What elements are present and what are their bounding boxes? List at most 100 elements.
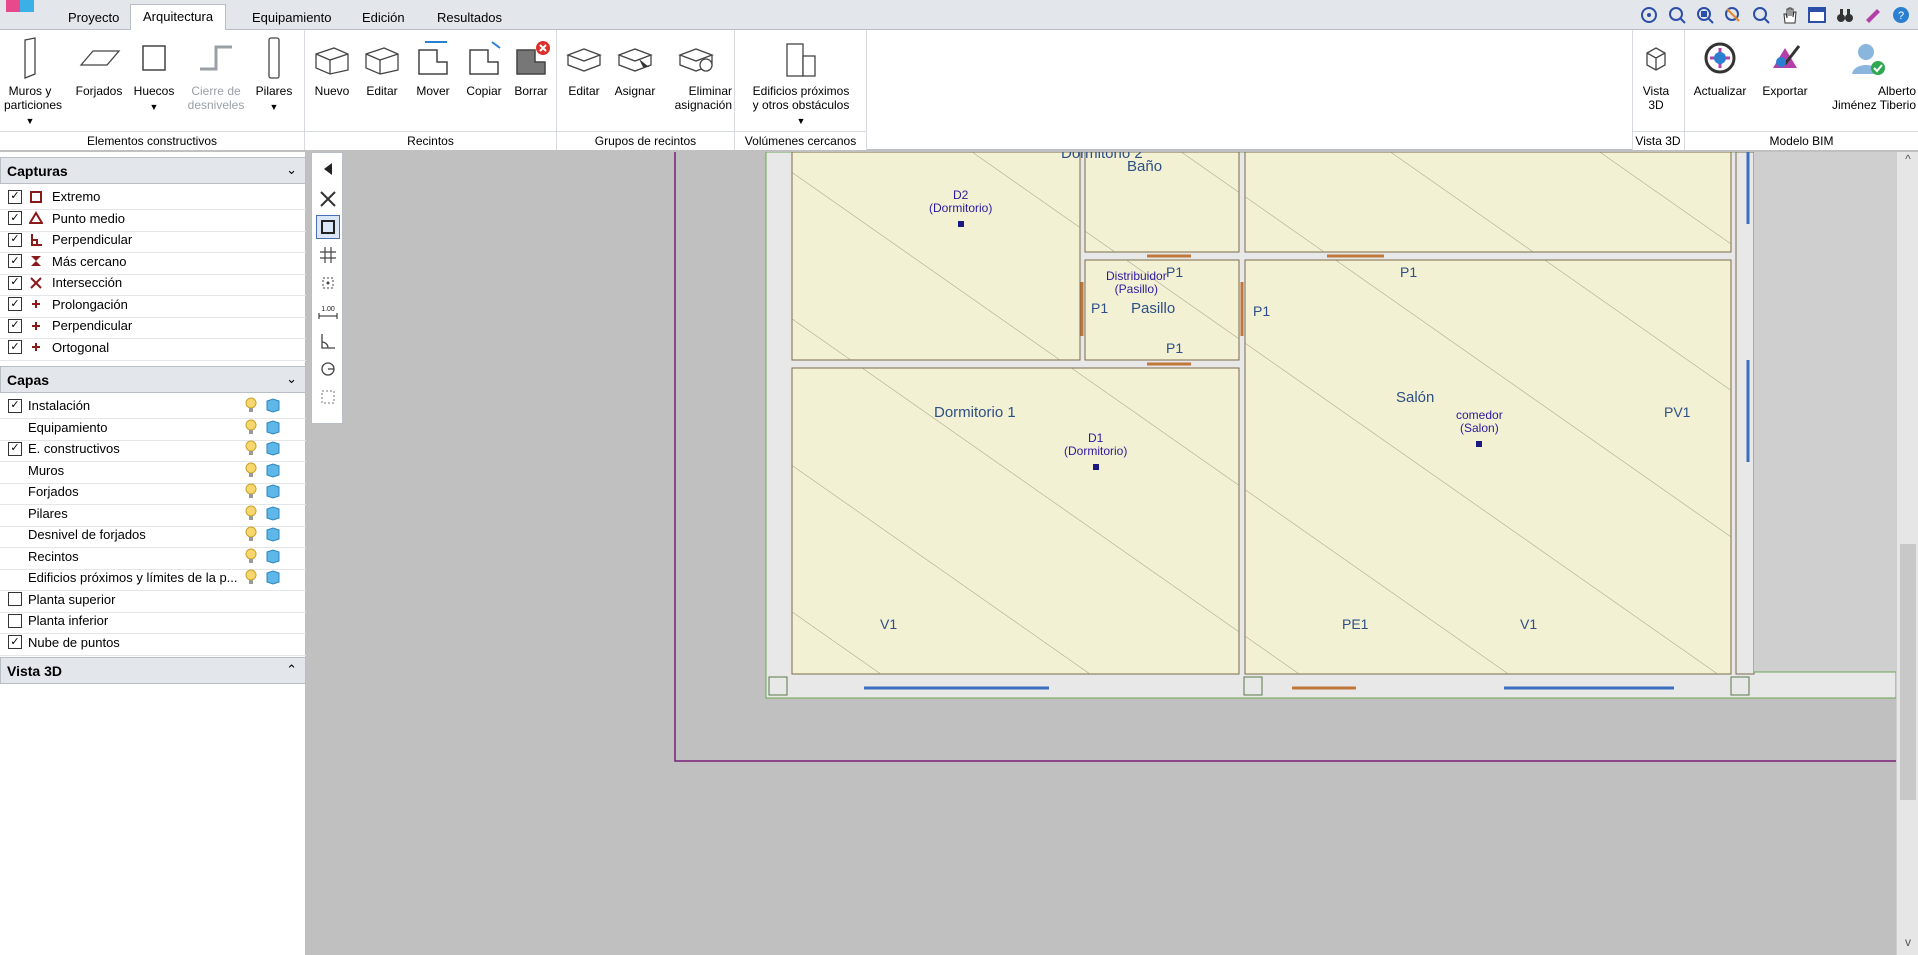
theme-icon[interactable] <box>1862 4 1884 26</box>
slab-icon <box>68 34 130 82</box>
capturas-item-label: Prolongación <box>52 296 128 312</box>
room-id-d2[interactable]: D2 (Dormitorio) <box>929 189 992 227</box>
room-id-distribuidor[interactable]: Distribuidor (Pasillo) <box>1106 270 1167 296</box>
nuevo-recinto-button[interactable]: Nuevo <box>308 34 356 134</box>
zoom-window-icon[interactable] <box>1694 4 1716 26</box>
chevron-down-icon: ▼ <box>269 102 279 112</box>
tab-equipamiento[interactable]: Equipamiento <box>240 6 344 30</box>
scroll-up-icon[interactable]: ^ <box>1897 152 1918 172</box>
refresh-bim-icon <box>1688 34 1752 82</box>
snap-point-icon[interactable] <box>316 271 340 295</box>
checkbox[interactable]: ✓ <box>8 340 22 354</box>
group-label-elementos: Elementos constructivos <box>0 131 304 150</box>
chevron-down-icon: ⌄ <box>286 371 297 386</box>
binoculars-icon[interactable] <box>1834 4 1856 26</box>
checkbox[interactable]: ✓ <box>8 211 22 225</box>
export-bim-icon <box>1752 34 1818 82</box>
layer-item-label: Instalación <box>28 398 91 413</box>
huecos-button[interactable]: Huecos ▼ <box>130 34 178 134</box>
window-icon[interactable] <box>1806 4 1828 26</box>
tab-edicion[interactable]: Edición <box>350 6 417 30</box>
group-label-vista3d: Vista 3D <box>1632 131 1684 150</box>
mover-button[interactable]: Mover <box>408 34 458 134</box>
tab-resultados[interactable]: Resultados <box>425 6 514 30</box>
checkbox[interactable]: ✓ <box>8 398 22 413</box>
tab-proyecto[interactable]: Proyecto <box>56 6 131 30</box>
move-icon <box>408 34 458 82</box>
asignar-button[interactable]: Asignar <box>608 34 662 134</box>
tools-icon[interactable] <box>316 187 340 211</box>
forjados-button[interactable]: Forjados <box>68 34 130 134</box>
opening-label-p1: P1 <box>1166 340 1184 356</box>
checkbox[interactable]: ✓ <box>8 318 22 333</box>
left-panel: Capturas ⌄ ✓ Extremo ✓ Punto medio ✓ Perpendi… <box>0 152 306 955</box>
capturas-item-label: Ortogonal <box>52 339 110 355</box>
rectangle-select-icon[interactable] <box>316 215 340 239</box>
view-toolbar: ? <box>1638 3 1918 27</box>
checkbox[interactable]: ✓ <box>8 441 22 456</box>
zoom-extents-icon[interactable] <box>1666 4 1688 26</box>
muros-button[interactable]: Muros y particiones ▼ <box>4 34 62 134</box>
checkbox[interactable]: ✓ <box>8 232 22 247</box>
zoom-previous-icon[interactable] <box>1722 4 1744 26</box>
angle-icon[interactable] <box>316 329 340 353</box>
reference-icon[interactable] <box>316 385 340 409</box>
exportar-button[interactable]: Exportar <box>1752 34 1818 134</box>
drawing-canvas[interactable]: Dormitorio 2 Baño Dormitorio 1 Salón Pas… <box>344 152 1918 955</box>
editar-recinto-button[interactable]: Editar <box>358 34 406 134</box>
cross-icon <box>28 275 44 291</box>
pillar-icon <box>252 34 296 82</box>
room-id-d1[interactable]: D1 (Dormitorio) <box>1064 432 1127 470</box>
layer-item[interactable]: ✓ Nube de puntos <box>0 630 306 656</box>
rotate-icon[interactable] <box>316 357 340 381</box>
opening-label-p1: P1 <box>1091 300 1109 316</box>
capas-header[interactable]: Capas ⌄ <box>0 366 306 393</box>
copiar-button[interactable]: Copiar <box>458 34 510 134</box>
eliminar-asignacion-button[interactable]: Eliminar asignación <box>660 34 732 134</box>
plus-icon <box>28 339 44 355</box>
editar-grupo-button[interactable]: Editar <box>560 34 608 134</box>
checkbox[interactable]: ✓ <box>8 275 22 290</box>
checkbox[interactable]: ✓ <box>8 254 22 268</box>
checkbox[interactable] <box>8 613 22 628</box>
user-account-button[interactable]: Alberto Jiménez Tiberio <box>1820 34 1916 134</box>
checkbox[interactable]: ✓ <box>8 635 22 649</box>
capturas-header[interactable]: Capturas ⌄ <box>0 157 306 184</box>
edificios-proximos-button[interactable]: Edificios próximos y otros obstáculos ▼ <box>738 34 864 134</box>
opening-label-pv1: PV1 <box>1664 404 1691 420</box>
copy-icon <box>458 34 510 82</box>
actualizar-button[interactable]: Actualizar <box>1688 34 1752 134</box>
borrar-button[interactable]: Borrar <box>508 34 554 134</box>
opening-icon <box>130 34 178 82</box>
pilares-button[interactable]: Pilares ▼ <box>252 34 296 134</box>
checkbox[interactable] <box>8 592 22 606</box>
zoom-icon[interactable] <box>1750 4 1772 26</box>
nearby-buildings-icon <box>738 34 864 82</box>
scroll-down-icon[interactable]: v <box>1897 935 1918 955</box>
capturas-item-label: Extremo <box>52 189 101 204</box>
pan-hand-icon[interactable] <box>1778 4 1800 26</box>
cierre-desniveles-button[interactable]: Cierre de desniveles <box>186 34 246 134</box>
vista-3d-button[interactable]: Vista 3D <box>1636 34 1676 134</box>
checkbox[interactable]: ✓ <box>8 189 22 204</box>
group-label-volumenes: Volúmenes cercanos <box>735 131 866 150</box>
vertical-scrollbar[interactable]: ^ v <box>1896 152 1918 955</box>
app-logo-icon[interactable] <box>0 0 40 14</box>
layer-item-label: Forjados <box>28 484 79 499</box>
layer-item-label: Recintos <box>28 548 79 564</box>
layer-item-label: Planta superior <box>28 591 116 607</box>
capturas-item[interactable]: ✓ Ortogonal <box>0 335 306 361</box>
room-id-comedor[interactable]: comedor (Salon) <box>1456 409 1503 447</box>
orbit-icon[interactable] <box>1638 4 1660 26</box>
vista3d-header[interactable]: Vista 3D ⌃ <box>0 657 306 684</box>
help-icon[interactable]: ? <box>1890 4 1912 26</box>
checkbox[interactable]: ✓ <box>8 297 22 311</box>
grid-icon[interactable] <box>316 243 340 267</box>
collapse-panel-icon[interactable] <box>316 157 340 181</box>
layer-item-label: Muros <box>28 462 65 478</box>
scroll-thumb[interactable] <box>1900 544 1916 800</box>
chevron-up-icon: ⌃ <box>286 662 297 677</box>
tab-arquitectura[interactable]: Arquitectura <box>130 4 227 31</box>
wall-icon <box>4 34 56 82</box>
measure-icon[interactable]: 1.00 <box>316 299 340 323</box>
